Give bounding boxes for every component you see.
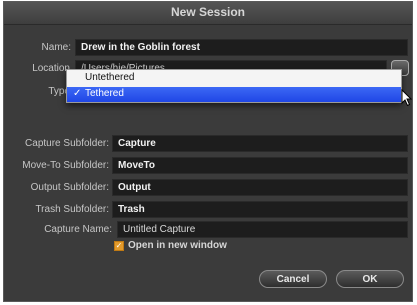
menu-item-tethered[interactable]: ✓ Tethered [67,87,401,102]
moveto-subfolder-field[interactable]: MoveTo [112,157,408,174]
title-bar[interactable]: New Session [4,2,412,25]
cancel-button[interactable]: Cancel [259,270,327,288]
open-in-new-window-label: Open in new window [128,240,227,251]
moveto-subfolder-label: Move-To Subfolder: [22,160,109,171]
output-subfolder-label: Output Subfolder: [30,182,109,193]
mouse-pointer-icon [401,89,413,107]
menu-item-label: Untethered [85,72,135,83]
type-label: Type [48,86,70,97]
checkmark-icon: ✓ [73,88,82,99]
trash-subfolder-field[interactable]: Trash [112,201,408,218]
capture-subfolder-label: Capture Subfolder: [25,138,109,149]
capture-name-label: Capture Name: [44,224,112,235]
type-popup-menu[interactable]: Untethered ✓ Tethered [66,69,402,103]
name-field[interactable]: Drew in the Goblin forest [75,39,408,56]
trash-subfolder-label: Trash Subfolder: [35,204,109,215]
name-label: Name: [41,42,71,53]
checkmark-icon: ✓ [115,241,123,250]
capture-subfolder-field[interactable]: Capture [112,135,408,152]
ok-button[interactable]: OK [336,270,404,288]
new-session-dialog: New Session Name: Drew in the Goblin for… [3,1,413,302]
window-title: New Session [170,5,246,19]
output-subfolder-field[interactable]: Output [112,179,408,196]
open-in-new-window-checkbox[interactable]: ✓ [114,241,124,251]
menu-item-label: Tethered [85,88,124,99]
capture-name-field[interactable]: Untitled Capture [117,221,408,238]
location-label: Location [32,63,70,74]
menu-item-untethered[interactable]: Untethered [67,71,401,86]
